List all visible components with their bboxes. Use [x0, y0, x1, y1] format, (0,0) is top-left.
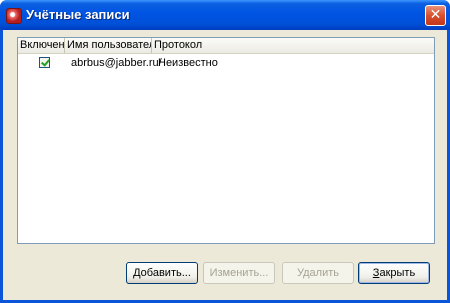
username-cell: abrbus@jabber.ru/ [71, 57, 162, 69]
accounts-list[interactable]: Включено Имя пользователя Протокол abrbu… [17, 37, 435, 244]
title-bar[interactable]: Учётные записи ✕ [0, 0, 450, 30]
enabled-checkbox[interactable] [39, 57, 50, 68]
column-header-enabled[interactable]: Включено [18, 38, 65, 53]
column-header-username[interactable]: Имя пользователя [65, 38, 152, 53]
delete-button[interactable]: Удалить [282, 262, 354, 284]
window-title: Учётные записи [26, 7, 130, 22]
edit-button[interactable]: Изменить... [203, 262, 275, 284]
column-header-protocol[interactable]: Протокол [152, 38, 434, 53]
close-icon: ✕ [429, 7, 442, 23]
list-header: Включено Имя пользователя Протокол [18, 38, 434, 54]
accounts-dialog: Учётные записи ✕ Включено Имя пользовате… [0, 0, 450, 303]
close-window-button[interactable]: ✕ [425, 5, 446, 26]
add-button[interactable]: Добавить... [126, 262, 198, 284]
protocol-cell: Неизвестно [158, 57, 218, 69]
app-icon [6, 8, 22, 24]
table-row[interactable]: abrbus@jabber.ru/ Неизвестно [18, 54, 434, 73]
close-button[interactable]: Закрыть [358, 262, 430, 284]
